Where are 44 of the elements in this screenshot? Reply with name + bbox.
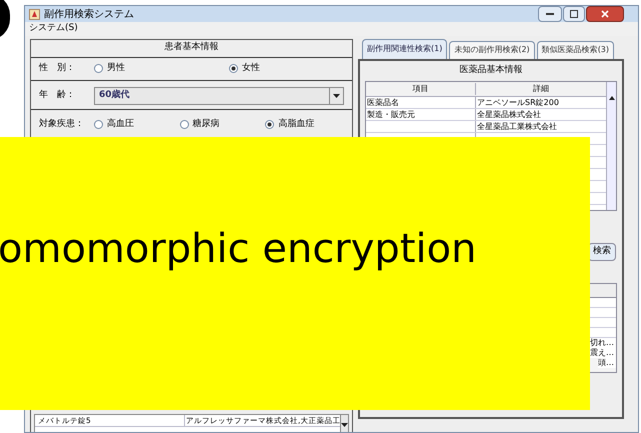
radio-button[interactable]	[229, 64, 238, 73]
radio-button[interactable]	[94, 120, 103, 129]
menu-item[interactable]: システム(S)	[29, 22, 78, 36]
maximize-button[interactable]	[563, 6, 585, 22]
field-label: 対象疾患：	[39, 118, 85, 131]
table-cell-text: 全星薬品株式会社	[476, 108, 542, 120]
option-label: 女性	[242, 62, 260, 75]
section-title: 患者基本情報	[164, 40, 220, 54]
scroll-up-icon	[608, 96, 614, 100]
option-label: 高血圧	[107, 118, 134, 131]
close-button[interactable]	[586, 6, 624, 22]
table-cell: 医薬品名	[366, 96, 476, 108]
option-label: 男性	[107, 62, 125, 75]
table-cell: 製造・販売元	[366, 108, 476, 120]
app-icon	[29, 8, 40, 20]
tab[interactable]: 未知の副作用検索(2)	[449, 40, 535, 58]
search-button[interactable]: 検索	[588, 242, 616, 260]
radio-button[interactable]	[265, 120, 274, 129]
table-cell-text: 全星薬品工業株式会社	[476, 120, 558, 132]
table-cell-text: アニベソールSR錠200	[476, 96, 560, 108]
radio-button[interactable]	[180, 120, 189, 129]
close-icon	[601, 10, 609, 18]
minimize-icon	[546, 13, 554, 15]
maximize-icon	[570, 10, 578, 18]
age-label: 年 齢：	[39, 89, 76, 102]
column-header: 詳細	[532, 82, 550, 94]
table-cell: 震え…	[590, 348, 616, 358]
tab[interactable]: 類似医薬品検索(3)	[536, 40, 614, 58]
table-cell: 切れ…	[590, 338, 616, 348]
minimize-button[interactable]	[538, 6, 562, 22]
banner-text: omomorphic encryption	[0, 224, 476, 274]
age-dropdown[interactable]: 60歳代	[94, 87, 344, 105]
scroll-down-icon	[341, 422, 348, 426]
caret-icon	[333, 94, 340, 98]
radio-button[interactable]	[94, 64, 103, 73]
option-label: 高脂血症	[278, 118, 314, 131]
table-cell: 頭…	[598, 358, 616, 368]
tab[interactable]: 副作用関連性検索(1)	[362, 38, 448, 58]
field-label: 性 別：	[39, 62, 76, 75]
option-label: 糖尿病	[192, 118, 220, 131]
section-title: 医薬品基本情報	[458, 64, 524, 77]
column-header: 項目	[366, 82, 476, 94]
dropdown-value: 60歳代	[99, 89, 130, 102]
window-title: 副作用検索システム	[44, 8, 134, 22]
